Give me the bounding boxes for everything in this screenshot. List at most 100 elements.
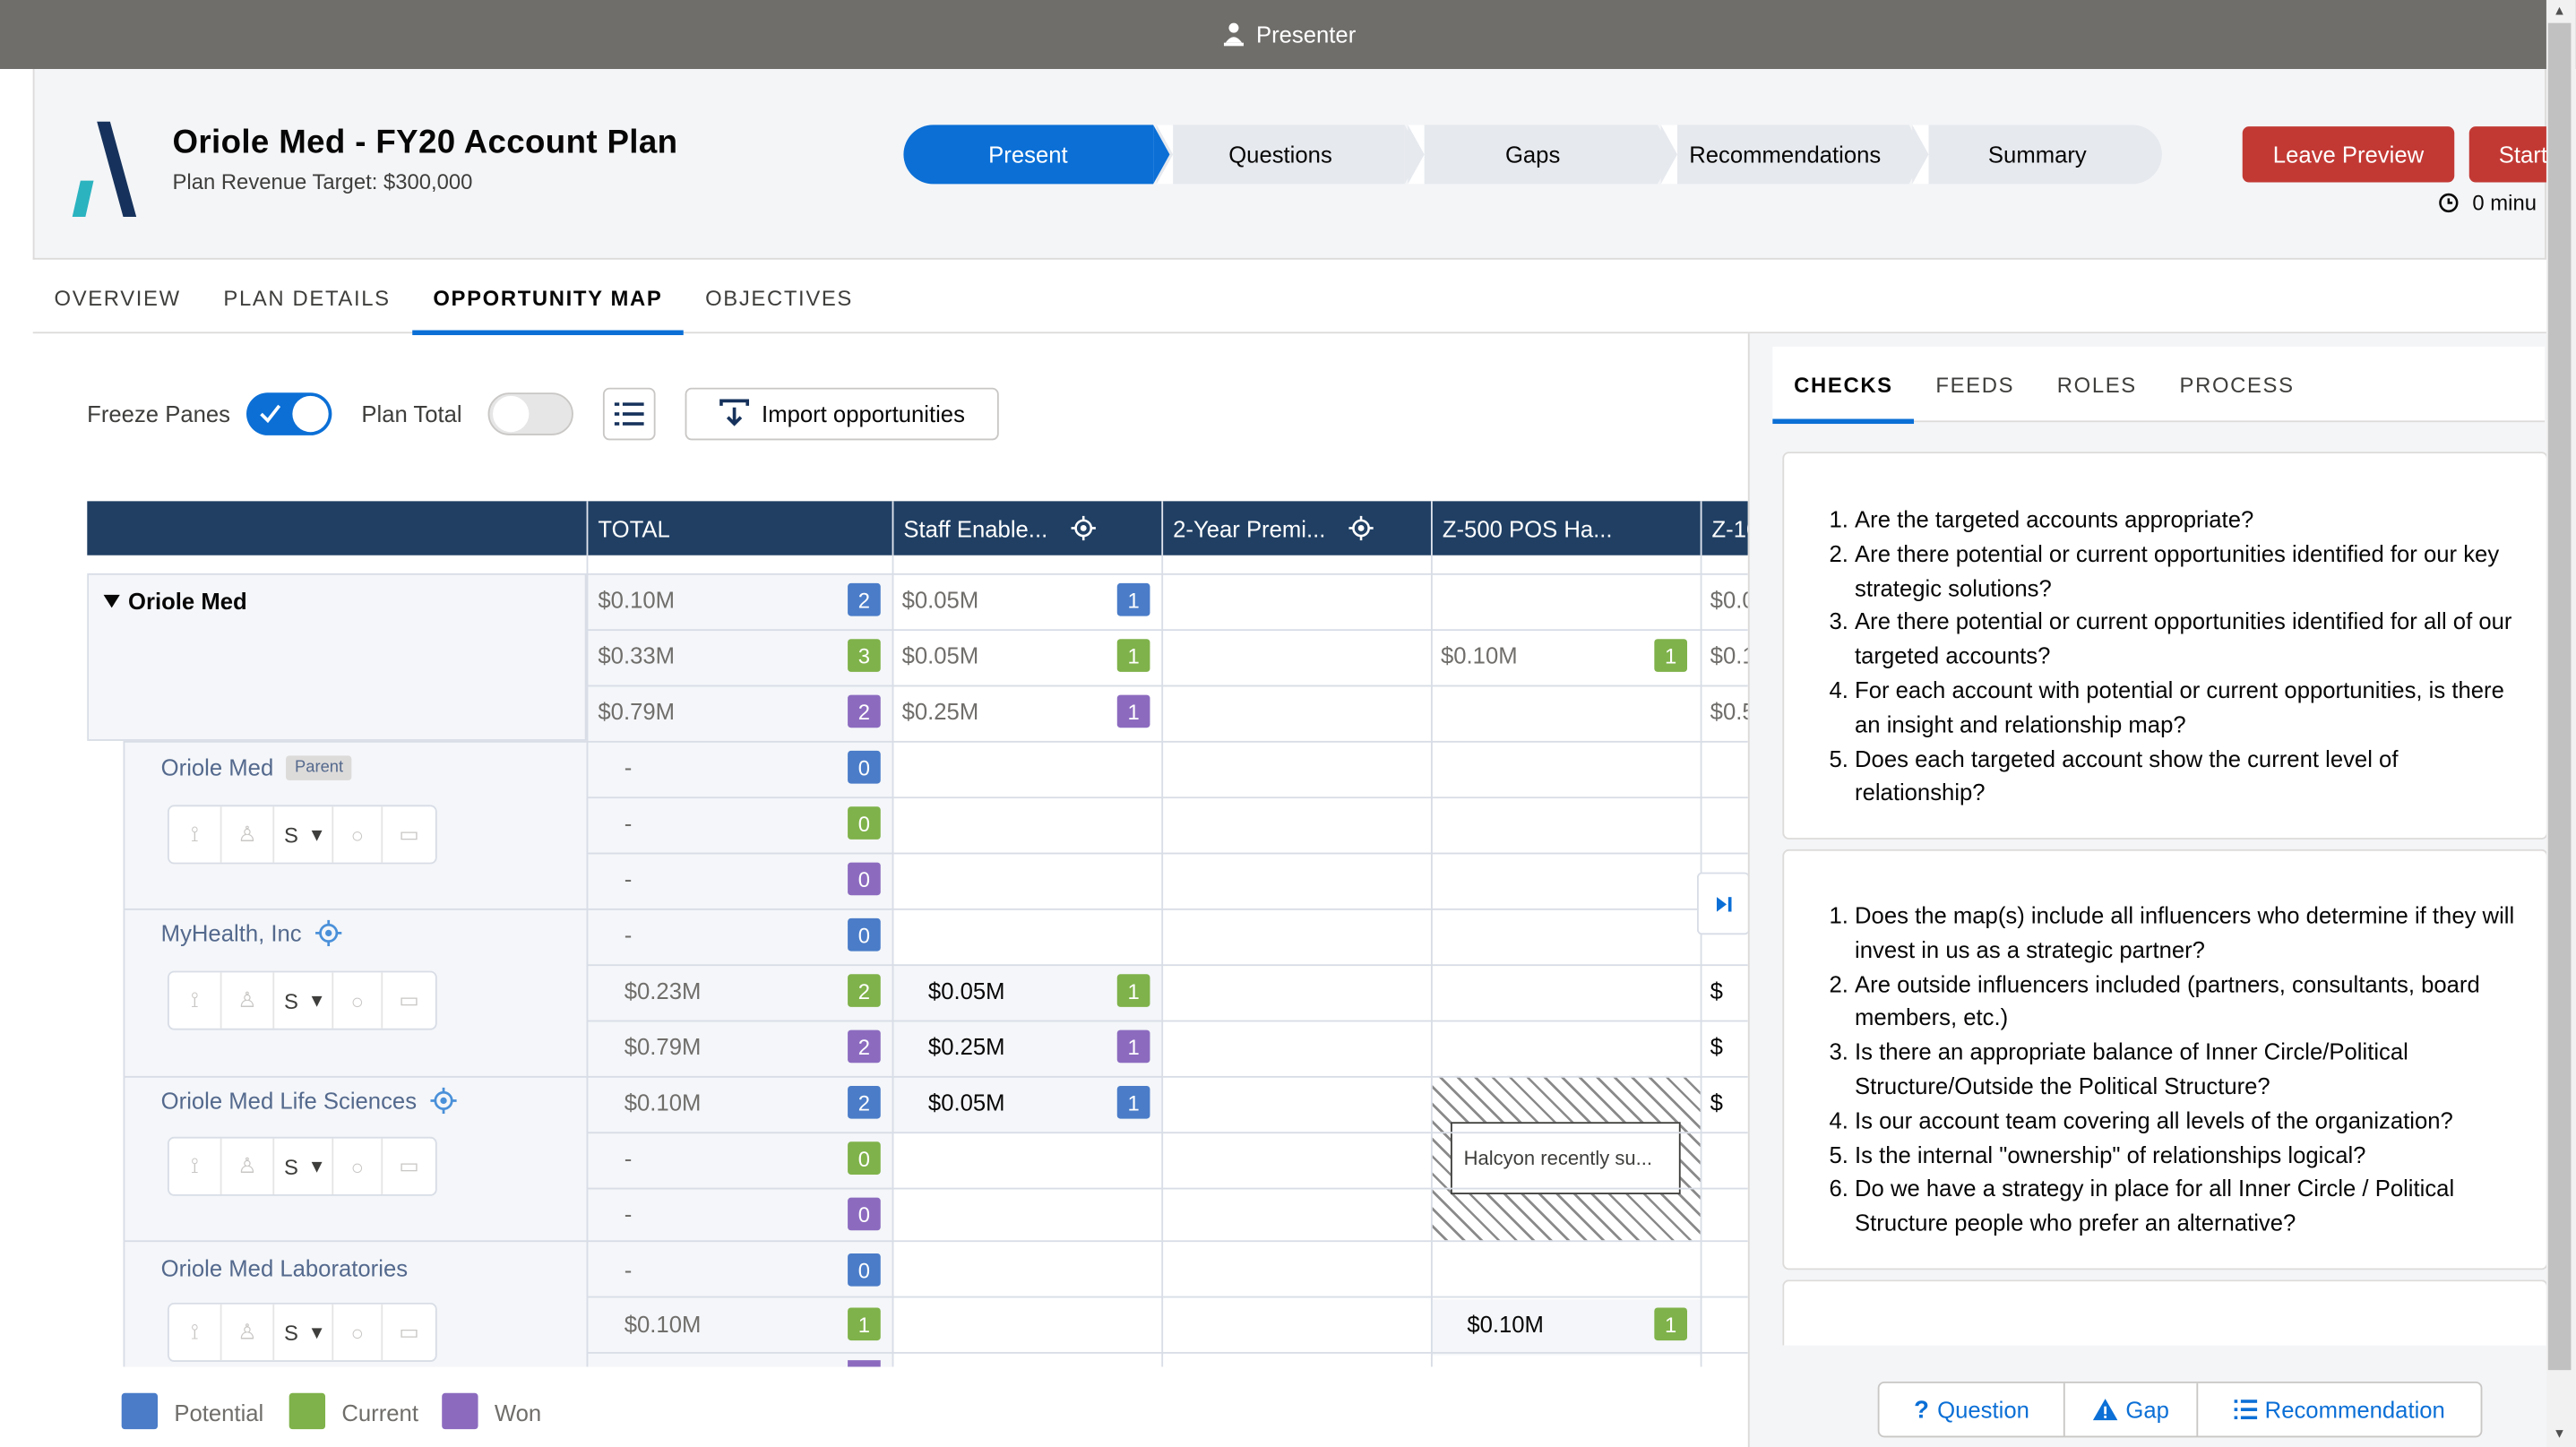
count-badge-current: 1	[1654, 639, 1688, 672]
scrollbar-thumb[interactable]	[2547, 22, 2572, 1371]
count-badge-current: 1	[1116, 974, 1150, 1007]
add-recommendation-button[interactable]: Recommendation	[2198, 1383, 2480, 1436]
org-chart-icon[interactable]: ♙	[222, 972, 275, 1029]
path-step-gaps[interactable]: Gaps	[1408, 125, 1674, 185]
add-question-button[interactable]: ? Question	[1880, 1382, 2066, 1436]
checks-card-opportunities: Are the targeted accounts appropriate? A…	[1782, 452, 2548, 840]
account-actions: ⟟ ♙ S ▾ ○ ▭	[168, 805, 437, 865]
circle-icon[interactable]: ○	[333, 1138, 383, 1194]
total-column	[586, 573, 892, 1367]
column-header-2-year-premium[interactable]: 2-Year Premi...	[1161, 501, 1431, 556]
total-value: -	[624, 754, 633, 780]
freeze-panes-toggle[interactable]	[246, 392, 332, 435]
checks-panel: CHECKS FEEDS ROLES PROCESS Are the targe…	[1747, 333, 2548, 1447]
org-chart-icon[interactable]: ♙	[222, 806, 275, 863]
add-gap-button[interactable]: Gap	[2065, 1382, 2199, 1436]
count-badge-current: 1	[1654, 1307, 1688, 1341]
count-badge-potential: 0	[848, 917, 881, 952]
timer: 0 minu	[2438, 191, 2537, 215]
circle-icon[interactable]: ○	[333, 972, 383, 1029]
status-dropdown[interactable]: S ▾	[274, 1304, 334, 1361]
tab-feeds[interactable]: FEEDS	[1915, 347, 2036, 422]
app-logo	[72, 121, 137, 218]
book-icon[interactable]: ▭	[383, 1139, 435, 1194]
account-oriole-med-life-sciences[interactable]: Oriole Med Life Sciences	[161, 1087, 457, 1115]
grid-line	[586, 1132, 1748, 1134]
circle-icon[interactable]: ○	[333, 1304, 383, 1361]
path-step-recommendations[interactable]: Recommendations	[1660, 125, 1926, 185]
skip-forward-icon	[1716, 896, 1731, 911]
book-icon[interactable]: ▭	[383, 972, 435, 1028]
account-myhealth[interactable]: MyHealth, Inc	[161, 919, 341, 946]
grid-line	[586, 629, 1748, 632]
tab-checks[interactable]: CHECKS	[1772, 347, 1916, 425]
check-icon	[260, 404, 281, 424]
list-view-button[interactable]	[602, 387, 656, 441]
import-opportunities-button[interactable]: Import opportunities	[685, 387, 999, 441]
checks-card-partial	[1782, 1279, 2548, 1346]
toggle-knob	[493, 395, 530, 433]
warning-icon	[2092, 1399, 2118, 1421]
circle-icon[interactable]: ○	[333, 806, 383, 863]
presentation-path: Present Questions Gaps Recommendations S…	[903, 125, 2162, 185]
grid-line	[586, 685, 1748, 687]
count-badge-potential: 1	[1116, 1085, 1150, 1119]
status-dropdown[interactable]: S ▾	[274, 806, 334, 863]
hierarchy-icon[interactable]: ⟟	[169, 1304, 222, 1361]
hierarchy-icon[interactable]: ⟟	[169, 806, 222, 863]
tab-objectives[interactable]: OBJECTIVES	[684, 263, 874, 333]
path-step-present[interactable]: Present	[903, 125, 1168, 185]
count-badge-current: 0	[848, 806, 881, 840]
count-badge-potential: 0	[848, 750, 881, 784]
hierarchy-icon[interactable]: ⟟	[169, 972, 222, 1029]
book-icon[interactable]: ▭	[383, 1305, 435, 1360]
account-oriole-med-laboratories[interactable]: Oriole Med Laboratories	[161, 1255, 408, 1281]
grid-line	[123, 1240, 1748, 1243]
root-account[interactable]: Oriole Med	[103, 588, 247, 615]
hierarchy-icon[interactable]: ⟟	[169, 1138, 222, 1194]
target-icon	[429, 1087, 457, 1115]
column-header-z10[interactable]: Z-10	[1700, 501, 1748, 556]
count-badge-won: 0	[848, 1197, 881, 1231]
column-header-staff-enable[interactable]: Staff Enable...	[892, 501, 1162, 556]
scroll-right-button[interactable]	[1697, 872, 1748, 935]
path-step-questions[interactable]: Questions	[1156, 125, 1421, 185]
leave-preview-button[interactable]: Leave Preview	[2242, 126, 2455, 183]
status-dropdown[interactable]: S ▾	[274, 972, 334, 1029]
tab-roles[interactable]: ROLES	[2036, 347, 2158, 422]
check-item: Do we have a strategy in place for all I…	[1855, 1172, 2527, 1240]
root-z500-row2: $0.10M	[1440, 642, 1518, 669]
scroll-up-icon[interactable]: ▲	[2553, 4, 2566, 19]
org-chart-icon[interactable]: ♙	[222, 1304, 275, 1361]
page-title: Oriole Med - FY20 Account Plan	[172, 125, 678, 161]
path-step-summary[interactable]: Summary	[1912, 125, 2162, 185]
plan-total-toggle[interactable]	[487, 392, 573, 435]
grid-line	[586, 964, 1748, 967]
total-value: -	[624, 921, 633, 948]
z10-value: $	[1710, 977, 1723, 1004]
scroll-down-icon[interactable]: ▼	[2553, 1425, 2566, 1441]
column-header-z500-pos[interactable]: Z-500 POS Ha...	[1430, 501, 1701, 556]
checks-card-relationships: Does the map(s) include all influencers …	[1782, 848, 2548, 1270]
count-badge-potential: 2	[848, 582, 881, 616]
legend-won: Won	[494, 1400, 542, 1426]
total-value: -	[624, 809, 633, 837]
total-value: -	[624, 1201, 633, 1227]
tab-plan-details[interactable]: PLAN DETAILS	[202, 263, 412, 333]
status-dropdown[interactable]: S ▾	[274, 1138, 334, 1194]
count-badge-current: 0	[848, 1141, 881, 1175]
org-chart-icon[interactable]: ♙	[222, 1138, 275, 1194]
grid-line	[586, 1187, 1748, 1190]
book-icon[interactable]: ▭	[383, 806, 435, 862]
root-staff-row1: $0.05M	[901, 586, 979, 613]
root-total-row1: $0.10M	[598, 586, 676, 613]
grid-line	[586, 1020, 1748, 1022]
account-actions: ⟟ ♙ S ▾ ○ ▭	[168, 970, 437, 1030]
tab-overview[interactable]: OVERVIEW	[33, 263, 202, 333]
tab-process[interactable]: PROCESS	[2158, 347, 2316, 422]
grid-line	[586, 1296, 1748, 1298]
page-scrollbar[interactable]: ▲ ▼	[2546, 0, 2576, 1447]
account-oriole-med[interactable]: Oriole Med Parent	[161, 754, 352, 780]
legend-potential: Potential	[174, 1400, 264, 1426]
tab-opportunity-map[interactable]: OPPORTUNITY MAP	[411, 263, 685, 336]
